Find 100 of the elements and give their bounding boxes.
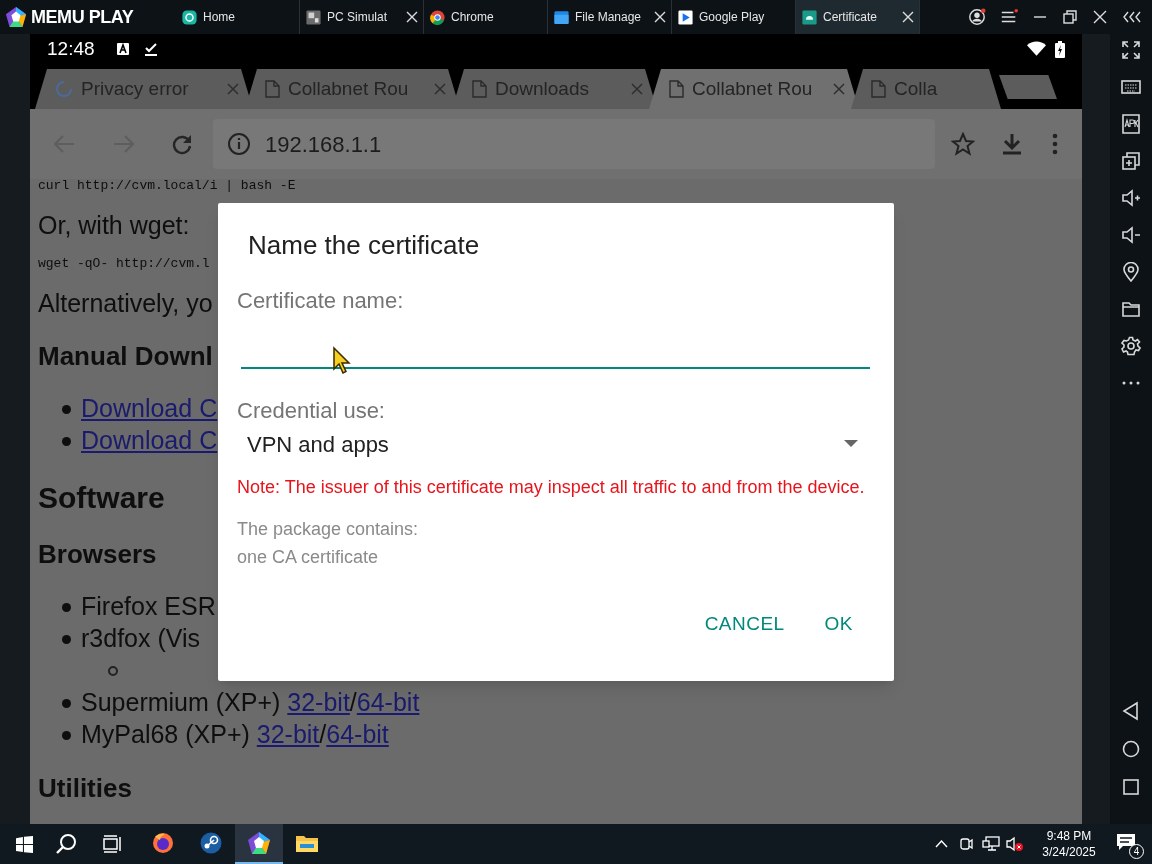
- page-icon: [265, 80, 280, 98]
- page-icon: [871, 80, 886, 98]
- folder-icon[interactable]: [1121, 299, 1141, 319]
- chevron-up-icon[interactable]: [935, 840, 948, 848]
- volume-down-icon[interactable]: [1121, 225, 1141, 245]
- reload-icon[interactable]: [171, 133, 193, 155]
- code-line: curl http://cvm.local/i | bash -E: [38, 179, 296, 193]
- list-text: /: [319, 719, 327, 751]
- multi-window-icon[interactable]: [1121, 151, 1141, 171]
- bookmark-star-icon[interactable]: [951, 132, 975, 156]
- section-heading: Software: [38, 480, 165, 516]
- tab-label: Home: [203, 9, 236, 26]
- code-line: wget -qO- http://cvm.l: [38, 257, 210, 271]
- memu-logo-icon: [5, 6, 27, 28]
- browser-tab[interactable]: Colla: [851, 69, 1001, 109]
- paragraph: Alternatively, yo: [38, 288, 213, 319]
- firefox-icon: [151, 831, 175, 855]
- mouse-pointer-icon: [332, 346, 352, 374]
- new-tab-button[interactable]: [999, 75, 1057, 99]
- list-bullet: [62, 730, 71, 740]
- field-label: Credential use:: [236, 397, 386, 425]
- clock-time[interactable]: 9:48 PM: [1046, 828, 1092, 844]
- play-store-app-icon: [677, 8, 694, 26]
- more-options-icon[interactable]: [1052, 133, 1058, 155]
- windows-start-icon[interactable]: [16, 835, 33, 853]
- apk-install-icon[interactable]: [1121, 114, 1141, 134]
- page-icon: [472, 80, 487, 98]
- section-heading: Utilities: [38, 772, 132, 805]
- settings-icon[interactable]: [1121, 336, 1141, 356]
- list-text: /: [349, 687, 357, 719]
- tab-title: Collabnet Rou: [288, 76, 410, 101]
- tab-label: Certificate: [823, 9, 879, 26]
- app-tab[interactable]: Certificate: [796, 0, 920, 34]
- notifications-icon[interactable]: [1116, 833, 1136, 851]
- clock-date[interactable]: 3/24/2025: [1042, 844, 1096, 860]
- info-icon: [227, 132, 251, 156]
- recents-nav-icon[interactable]: [1121, 777, 1141, 797]
- tab-label: PC Simulat: [327, 9, 389, 26]
- memu-app-icon: [247, 831, 271, 855]
- url-text: 192.168.1.1: [265, 130, 382, 159]
- fullscreen-icon[interactable]: [1121, 40, 1141, 60]
- status-time: 12:48: [47, 36, 95, 61]
- meet-now-icon[interactable]: [959, 836, 973, 852]
- brand-logo-text: MEMU PLAY: [31, 5, 135, 29]
- battery-icon: [1055, 40, 1065, 58]
- dialog-button[interactable]: OK: [812, 604, 865, 644]
- dialog-title: Name the certificate: [247, 229, 481, 260]
- list-text: Firefox ESR: [81, 591, 216, 623]
- loading-spinner-icon: [55, 80, 73, 98]
- field-label: Certificate name:: [236, 287, 405, 315]
- user-account-icon[interactable]: [968, 8, 986, 26]
- collapse-icon[interactable]: [1122, 9, 1142, 25]
- address-bar[interactable]: 192.168.1.1: [213, 119, 935, 169]
- taskbar-app-button[interactable]: [235, 824, 283, 864]
- restore-icon[interactable]: [1062, 9, 1078, 25]
- volume-muted-icon[interactable]: [1006, 836, 1024, 852]
- list-bullet: [62, 698, 71, 708]
- list-text: Supermium (XP+): [81, 687, 282, 719]
- list-text: r3dfox (Vis: [81, 623, 201, 655]
- chrome-app-icon: [429, 8, 446, 26]
- tab-title: Colla: [894, 76, 939, 101]
- paragraph: Or, with wget:: [38, 210, 190, 241]
- page-icon: [669, 80, 684, 98]
- section-heading: Manual Downl: [38, 340, 213, 373]
- tab-title: Privacy error: [81, 76, 190, 101]
- volume-up-icon[interactable]: [1121, 188, 1141, 208]
- tab-label: File Manage: [575, 9, 643, 26]
- keyboard-icon[interactable]: [1121, 77, 1141, 97]
- list-text: MyPal68 (XP+): [81, 719, 251, 751]
- package-info-text: one CA certificate: [237, 546, 380, 569]
- section-heading: Browsers: [38, 538, 157, 571]
- list-bullet: [62, 602, 71, 612]
- home-nav-icon[interactable]: [1121, 739, 1141, 759]
- download-icon[interactable]: [1001, 132, 1023, 156]
- folder-app-icon: [553, 8, 570, 26]
- search-icon[interactable]: [55, 833, 77, 855]
- tab-label: Chrome: [451, 9, 495, 26]
- wifi-icon: [1027, 41, 1046, 57]
- dropdown-caret-icon: [844, 440, 858, 448]
- steam-icon: [199, 831, 223, 855]
- list-bullet: [62, 436, 71, 446]
- notification-count-badge: 4: [1129, 844, 1144, 859]
- tab-title: Downloads: [495, 76, 590, 101]
- android-app-icon: [801, 8, 818, 26]
- warning-note: Note: The issuer of this certificate may inspect all traffic to and from the device.: [236, 476, 866, 499]
- dialog-button[interactable]: CANCEL: [692, 604, 797, 644]
- tab-title: Collabnet Rou: [692, 76, 814, 101]
- list-bullet: [62, 634, 71, 644]
- package-info-text: The package contains:: [237, 518, 420, 541]
- monitor-app-icon: [305, 8, 322, 26]
- network-icon[interactable]: [982, 836, 1000, 852]
- notification-app-icon: [115, 42, 130, 56]
- task-view-icon[interactable]: [103, 835, 123, 853]
- credential-use-dropdown[interactable]: VPN and apps: [237, 426, 858, 462]
- location-pin-icon[interactable]: [1121, 262, 1141, 282]
- list-bullet: [62, 404, 71, 414]
- tab-label: Google Play: [699, 9, 766, 26]
- download-done-icon: [143, 42, 158, 56]
- home-app-icon: [181, 8, 198, 26]
- back-nav-icon[interactable]: [1121, 701, 1141, 721]
